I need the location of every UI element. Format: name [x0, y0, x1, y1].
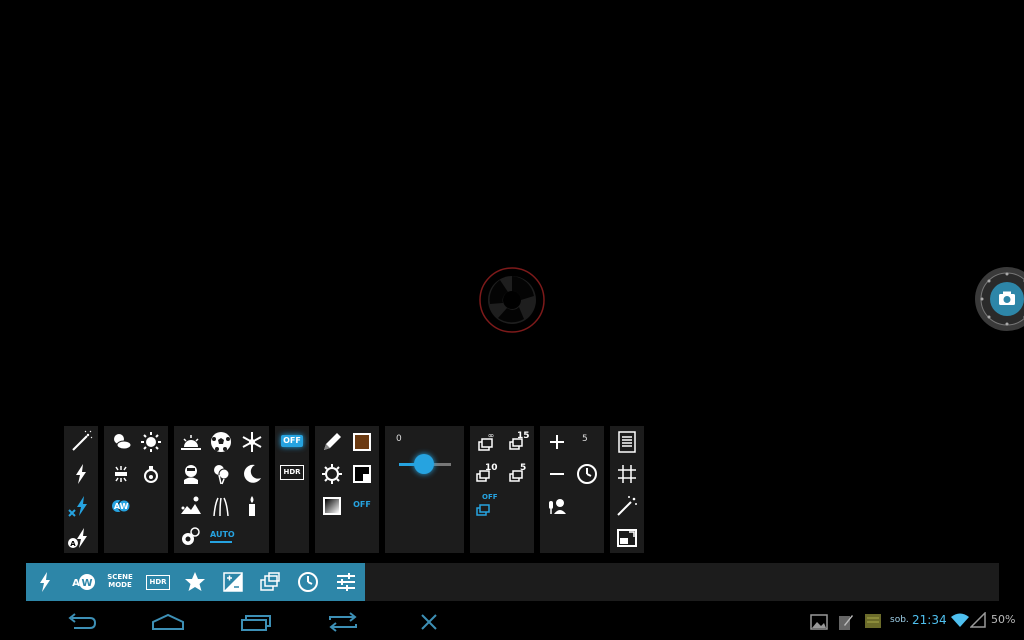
- burst-off-label: OFF: [482, 493, 498, 501]
- status-day: sob.: [890, 615, 909, 625]
- edit-icon: [838, 613, 854, 631]
- scene-line-1: SCENE: [107, 573, 133, 581]
- battery-percent: 50%: [991, 613, 1016, 626]
- voice-trigger-icon[interactable]: [545, 494, 569, 518]
- scene-auto-label[interactable]: AUTO: [210, 529, 235, 543]
- toolbar-settings-icon[interactable]: [334, 570, 358, 594]
- home-icon[interactable]: [150, 612, 186, 632]
- close-icon[interactable]: [418, 612, 440, 632]
- fluorescent-icon[interactable]: [109, 462, 133, 486]
- night-icon[interactable]: [240, 462, 264, 486]
- exposure-panel: 0: [385, 426, 464, 553]
- hdr-off-toggle[interactable]: OFF: [281, 435, 303, 447]
- svg-text:W: W: [120, 502, 129, 511]
- focus-ring-icon: [478, 266, 546, 334]
- flash-on-icon[interactable]: [69, 462, 93, 486]
- shutter-button[interactable]: [974, 266, 1024, 332]
- flash-auto-icon[interactable]: A: [67, 526, 91, 550]
- grid-icon[interactable]: [615, 462, 639, 486]
- settings-toolbar: AW SCENE MODE HDR: [26, 563, 999, 601]
- sepia-icon[interactable]: [350, 430, 374, 454]
- toolbar-flash-icon[interactable]: [33, 570, 57, 594]
- solarize-icon[interactable]: [320, 462, 344, 486]
- auto-wb-icon[interactable]: AW: [109, 494, 133, 518]
- white-balance-panel: AW: [104, 426, 168, 553]
- effects-off-toggle[interactable]: OFF: [351, 499, 373, 511]
- rotate-icon[interactable]: [326, 612, 360, 632]
- plus-icon[interactable]: [545, 430, 569, 454]
- svg-text:A: A: [72, 578, 80, 589]
- action-icon[interactable]: [179, 524, 203, 548]
- extras-panel: [610, 426, 644, 553]
- incandescent-icon[interactable]: [139, 462, 163, 486]
- flash-torch-icon[interactable]: [69, 430, 93, 454]
- magic-wand-icon[interactable]: [615, 494, 639, 518]
- svg-text:A: A: [70, 540, 76, 548]
- back-icon[interactable]: [64, 612, 98, 632]
- sunset-icon[interactable]: [179, 430, 203, 454]
- toolbar-timer-icon[interactable]: [296, 570, 320, 594]
- sports-icon[interactable]: [209, 430, 233, 454]
- gallery-icon: [810, 614, 828, 630]
- toolbar-hdr[interactable]: HDR: [146, 575, 170, 590]
- party-icon[interactable]: [209, 462, 233, 486]
- flash-off-icon[interactable]: [67, 494, 91, 518]
- recent-apps-icon[interactable]: [238, 612, 274, 632]
- hdr-toggle[interactable]: HDR: [280, 465, 304, 480]
- burst-infinite-icon[interactable]: ∞: [475, 430, 499, 454]
- wifi-icon: [950, 612, 970, 628]
- timer-panel: 5: [540, 426, 604, 553]
- hdr-panel: OFF HDR: [275, 426, 309, 553]
- status-time: 21:34: [912, 613, 947, 627]
- system-nav-bar: [0, 604, 1024, 640]
- flash-panel: A: [64, 426, 98, 553]
- mono-icon[interactable]: [320, 494, 344, 518]
- signal-icon: [970, 612, 986, 628]
- toolbar-burst-icon[interactable]: [258, 570, 282, 594]
- portrait-icon[interactable]: [179, 462, 203, 486]
- svg-text:W: W: [81, 578, 92, 589]
- burst-panel: ∞ 15 10 5 OFF: [470, 426, 534, 553]
- picture-in-picture-icon[interactable]: [615, 526, 639, 550]
- scene-mode-panel: AUTO: [174, 426, 269, 553]
- toolbar-scene-mode[interactable]: SCENE MODE: [104, 573, 136, 589]
- burst-5-label: 5: [520, 463, 527, 473]
- minus-icon[interactable]: [545, 462, 569, 486]
- exposure-value: 0: [396, 434, 402, 444]
- notification-icon: [864, 613, 882, 629]
- burst-15-label: 15: [517, 431, 530, 441]
- clock-icon[interactable]: [575, 462, 599, 486]
- timer-value: 5: [582, 434, 588, 444]
- scene-line-2: MODE: [108, 581, 132, 589]
- document-icon[interactable]: [615, 430, 639, 454]
- toolbar-exposure-icon[interactable]: [221, 570, 245, 594]
- effects-panel: OFF: [315, 426, 379, 553]
- fireworks-icon[interactable]: [209, 494, 233, 518]
- landscape-icon[interactable]: [179, 494, 203, 518]
- sketch-icon[interactable]: [320, 430, 344, 454]
- burst-10-label: 10: [485, 463, 498, 473]
- toolbar-white-balance-icon[interactable]: AW: [69, 570, 97, 594]
- posterize-icon[interactable]: [350, 462, 374, 486]
- candle-icon[interactable]: [240, 494, 264, 518]
- cloudy-icon[interactable]: [109, 430, 133, 454]
- svg-text:∞: ∞: [488, 431, 495, 440]
- exposure-slider-thumb[interactable]: [414, 454, 434, 474]
- daylight-icon[interactable]: [139, 430, 163, 454]
- toolbar-star-icon[interactable]: [183, 570, 207, 594]
- snow-icon[interactable]: [240, 430, 264, 454]
